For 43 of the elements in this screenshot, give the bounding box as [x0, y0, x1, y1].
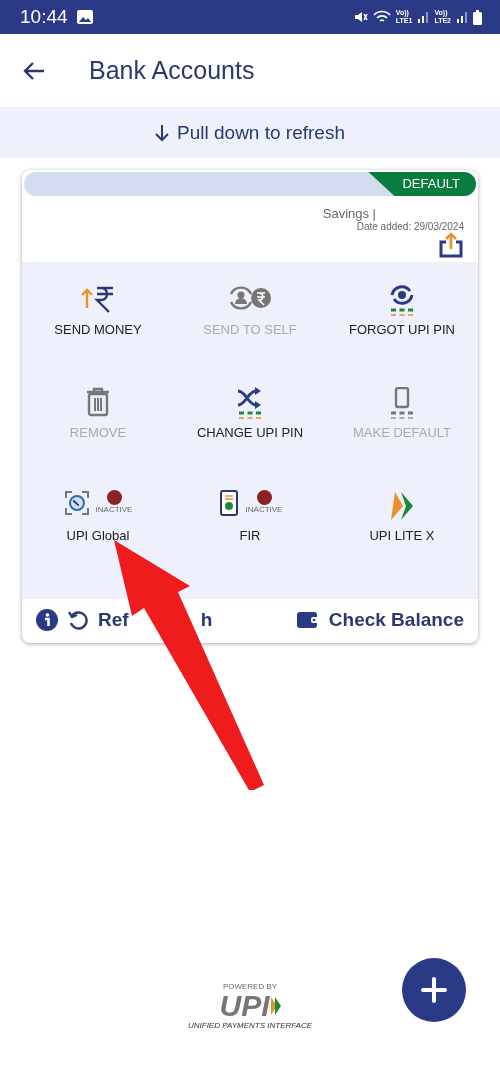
plus-icon [421, 977, 447, 1003]
logo-arrow-icon [270, 997, 281, 1015]
powered-by-caption: POWERED BY [222, 982, 278, 991]
action-item[interactable]: SEND MONEY [22, 284, 174, 387]
wifi-icon [372, 10, 391, 24]
document-icon [217, 490, 240, 516]
pin-reset-icon [388, 284, 416, 318]
clock: 10:44 [20, 6, 68, 28]
action-item[interactable]: INACTIVE UPI Global [22, 490, 174, 593]
trash-icon [85, 387, 111, 417]
pin-change-icon [236, 387, 264, 421]
signal-icon [417, 11, 430, 23]
refresh-button[interactable]: Ref [68, 609, 129, 631]
share-icon[interactable] [438, 232, 464, 258]
refresh-icon [68, 610, 88, 630]
down-arrow-icon [155, 123, 170, 142]
image-icon [76, 10, 93, 24]
phone-pin-icon [388, 387, 416, 421]
action-item[interactable]: CHANGE UPI PIN [174, 387, 326, 490]
status-label: INACTIVE [245, 505, 283, 514]
upi-lite-logo-icon [389, 490, 415, 522]
action-item[interactable]: FORGOT UPI PIN [326, 284, 478, 387]
upi-tagline: UNIFIED PAYMENTS INTERFACE [188, 1021, 312, 1030]
mute-icon [353, 10, 368, 24]
upi-logo: UPI [219, 991, 270, 1021]
globe-scan-icon [63, 490, 90, 516]
action-item[interactable]: UPI LITE X [326, 490, 478, 593]
page-title: Bank Accounts [89, 56, 255, 85]
check-balance-button[interactable]: Check Balance [296, 609, 464, 631]
refresh-hint: Pull down to refresh [177, 121, 345, 144]
info-icon[interactable] [36, 609, 58, 631]
account-type: Savings | [322, 206, 376, 221]
signal-icon [456, 11, 468, 23]
action-item[interactable]: INACTIVE FIR [174, 490, 326, 593]
wallet-icon [296, 611, 319, 629]
send-money-icon [80, 284, 116, 314]
date-added: Date added: 29/03/2024 [356, 221, 464, 232]
battery-icon [473, 9, 482, 25]
default-tag: DEFAULT [368, 172, 476, 196]
refresh-label-end: h [200, 609, 213, 631]
status-label: INACTIVE [95, 505, 133, 514]
back-icon[interactable] [22, 60, 46, 81]
send-to-self-icon [227, 284, 273, 312]
